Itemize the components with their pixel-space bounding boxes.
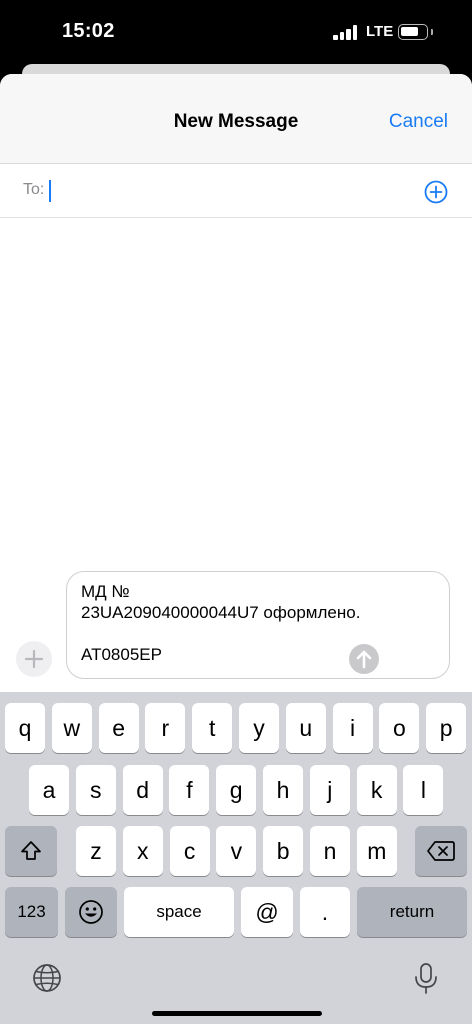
- keyboard: qwertyuiop asdfghjkl zxcvbnm 123 space @…: [0, 692, 472, 1024]
- globe-key[interactable]: [31, 962, 63, 994]
- microphone-icon: [415, 963, 437, 994]
- key-z[interactable]: z: [76, 826, 116, 876]
- shift-key[interactable]: [5, 826, 57, 876]
- key-p[interactable]: p: [426, 703, 467, 753]
- key-n[interactable]: n: [310, 826, 350, 876]
- key-f[interactable]: f: [169, 765, 210, 815]
- period-key[interactable]: .: [300, 887, 350, 937]
- key-x[interactable]: x: [122, 826, 163, 876]
- status-bar: 15:02 LTE: [0, 0, 472, 64]
- cellular-signal-icon: [333, 25, 357, 40]
- backspace-key[interactable]: [415, 826, 467, 876]
- key-r[interactable]: r: [145, 703, 186, 753]
- key-l[interactable]: l: [403, 765, 444, 815]
- shift-icon: [21, 841, 41, 860]
- emoji-key[interactable]: [65, 887, 117, 937]
- key-d[interactable]: d: [122, 765, 163, 815]
- key-c[interactable]: c: [169, 826, 210, 876]
- cancel-button[interactable]: Cancel: [389, 111, 448, 133]
- battery-icon: [398, 24, 428, 40]
- message-input[interactable]: МД № 23UA209040000044U7 оформлено. AT080…: [66, 571, 450, 679]
- return-key[interactable]: return: [357, 887, 467, 937]
- dictation-key[interactable]: [410, 962, 442, 996]
- backspace-icon: [427, 841, 455, 861]
- key-o[interactable]: o: [379, 703, 420, 753]
- key-e[interactable]: e: [98, 703, 139, 753]
- text-cursor: [49, 180, 51, 202]
- emoji-icon: [79, 900, 103, 924]
- key-v[interactable]: v: [216, 826, 257, 876]
- battery-nub: [431, 29, 433, 35]
- key-b[interactable]: b: [263, 826, 304, 876]
- key-i[interactable]: i: [332, 703, 373, 753]
- key-s[interactable]: s: [75, 765, 116, 815]
- new-message-sheet: New Message Cancel To: МД № 23UA20904000…: [0, 74, 472, 1024]
- network-type: LTE: [366, 23, 394, 40]
- navigation-bar: New Message Cancel: [0, 74, 472, 164]
- key-u[interactable]: u: [285, 703, 326, 753]
- key-a[interactable]: a: [29, 765, 69, 815]
- status-time: 15:02: [62, 20, 115, 42]
- key-k[interactable]: k: [356, 765, 397, 815]
- key-t[interactable]: t: [192, 703, 233, 753]
- numbers-key[interactable]: 123: [5, 887, 58, 937]
- key-m[interactable]: m: [356, 826, 397, 876]
- key-g[interactable]: g: [216, 765, 257, 815]
- home-indicator: [152, 1011, 322, 1016]
- key-h[interactable]: h: [263, 765, 303, 815]
- recipient-input[interactable]: [49, 176, 389, 206]
- send-arrow-icon: [356, 650, 372, 669]
- globe-icon: [33, 964, 61, 992]
- key-j[interactable]: j: [309, 765, 350, 815]
- apps-button[interactable]: [16, 641, 52, 677]
- add-contact-icon[interactable]: [424, 180, 448, 204]
- plus-icon: [24, 649, 44, 669]
- key-q[interactable]: q: [5, 703, 45, 753]
- recipient-label: To:: [23, 181, 45, 198]
- at-key[interactable]: @: [241, 887, 293, 937]
- key-w[interactable]: w: [51, 703, 92, 753]
- key-y[interactable]: y: [239, 703, 279, 753]
- recipient-row: To:: [0, 164, 472, 218]
- send-button[interactable]: [349, 644, 379, 674]
- space-key[interactable]: space: [124, 887, 234, 937]
